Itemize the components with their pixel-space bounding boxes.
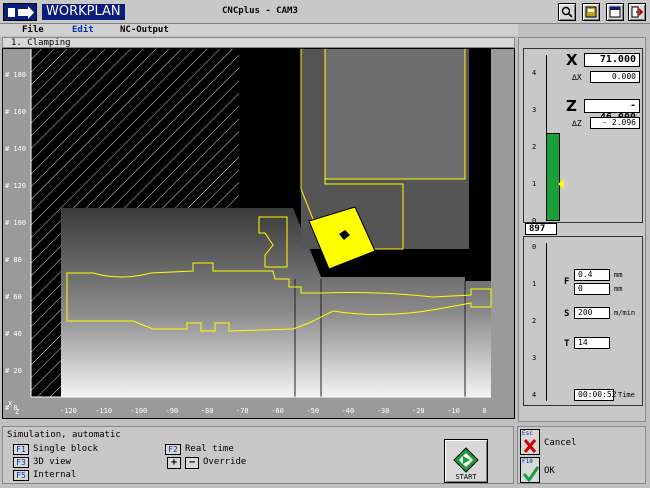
ok-label[interactable]: OK: [544, 466, 555, 476]
y-tick-label: # 180: [5, 71, 27, 79]
chuck-hatch-area: [31, 49, 239, 209]
z-position-value: - 46.000: [584, 99, 640, 123]
scale-top-label: 1: [532, 180, 537, 188]
override-minus-button[interactable]: −: [185, 457, 199, 469]
speed-unit: m/min: [614, 309, 636, 317]
scale-bottom-label: 4: [532, 391, 537, 399]
x-tick-label: -90: [165, 407, 179, 415]
app-name: WORKPLAN: [42, 4, 125, 20]
cancel-button[interactable]: Esc: [520, 429, 540, 455]
cancel-x-icon: [523, 439, 537, 453]
x-tick-label: -80: [200, 407, 214, 415]
app-logo-icon: [3, 3, 37, 21]
y-tick-label: # 100: [5, 219, 27, 227]
y-tick-label: # 80: [5, 256, 22, 264]
y-tick-label: # 60: [5, 293, 22, 301]
x-tick-label: -30: [376, 407, 390, 415]
esc-key: Esc: [522, 430, 533, 437]
title-bar: WORKPLAN CNCplus - CAM3: [0, 0, 650, 24]
window-title: CNCplus - CAM3: [222, 6, 298, 16]
simulation-title: Simulation, automatic: [7, 430, 121, 440]
x-tick-label: -60: [271, 407, 284, 415]
f10-key: F10: [522, 458, 533, 465]
x-tick-label: 0: [482, 407, 487, 415]
scale-top-label: 2: [532, 143, 537, 151]
tool-value: 14: [574, 337, 610, 349]
feed-value: 0.4: [574, 269, 610, 281]
speed-value: 200: [574, 307, 610, 319]
start-button[interactable]: START: [444, 439, 488, 483]
y-tick-label: # 40: [5, 330, 22, 338]
ok-check-icon: [522, 466, 540, 483]
single-block-label[interactable]: Single block: [33, 444, 98, 454]
menu-nc-output[interactable]: NC-Output: [120, 25, 169, 35]
dx-value: 0.000: [590, 71, 640, 83]
dz-value: - 2.096: [590, 117, 640, 129]
override-plus-button[interactable]: +: [167, 457, 181, 469]
y-tick-label: # 20: [5, 367, 22, 375]
y-tick-label: # 140: [5, 145, 27, 153]
x-tick-label: -110: [95, 407, 113, 415]
axis-corner-x: X: [8, 400, 13, 408]
simulation-view[interactable]: # 180 # 160 # 140 # 120 # 100 # 80 # 60 # 40 # 2…: [2, 48, 515, 419]
scale-top-label: 3: [532, 106, 537, 114]
gauge-pointer-icon: [558, 179, 564, 189]
x-tick-label: -70: [236, 407, 249, 415]
x-tick-label: -120: [60, 407, 77, 415]
f1-key[interactable]: F1: [13, 444, 29, 455]
parameter-scale: 0 1 2 3 4 F 0.4 mm 0 mm S 200 m/min T 14 00:…: [523, 236, 643, 406]
y-tick-label: # 160: [5, 108, 27, 116]
menu-file[interactable]: File: [22, 25, 44, 35]
f2-key[interactable]: F2: [165, 444, 181, 455]
internal-label[interactable]: Internal: [33, 470, 76, 480]
scale-bottom-label: 2: [532, 317, 537, 325]
dz-label: ∆Z: [572, 119, 582, 128]
position-panel: 4 3 2 1 0 X 71.000 ∆X 0.000 Z - 46.000 ∆Z - …: [518, 37, 646, 422]
dialog-actions: Esc Cancel F10 OK: [517, 426, 646, 484]
cancel-label[interactable]: Cancel: [544, 438, 577, 448]
x-tick-label: -10: [447, 407, 460, 415]
x-tick-label: -100: [130, 407, 148, 415]
feed-label: F: [564, 277, 570, 287]
start-label: START: [455, 473, 477, 481]
time-label: Time: [618, 391, 635, 399]
menu-bar: File Edit NC-Output: [0, 24, 518, 36]
scale-bottom-label: 3: [532, 354, 537, 362]
axis-corner-z: Z: [15, 408, 20, 416]
f3-key[interactable]: F3: [13, 457, 29, 468]
window-button[interactable]: [606, 3, 624, 21]
feed-unit: mm: [614, 271, 623, 279]
3d-view-label[interactable]: 3D view: [33, 457, 71, 467]
counter-value: 897: [525, 223, 557, 235]
exit-button[interactable]: [628, 3, 646, 21]
scale-bottom-label: 0: [532, 243, 537, 251]
override-label: Override: [203, 457, 247, 467]
dx-label: ∆X: [572, 73, 582, 82]
z-axis-label: Z: [566, 97, 577, 115]
ok-button[interactable]: F10: [520, 457, 540, 483]
x-tick-label: -50: [306, 407, 320, 415]
scale-top-label: 4: [532, 69, 537, 77]
zoom-button[interactable]: [558, 3, 576, 21]
x-axis-label: X: [566, 51, 578, 69]
real-time-label[interactable]: Real time: [185, 444, 234, 454]
time-value: 00:00:52: [574, 389, 617, 401]
menu-edit[interactable]: Edit: [72, 25, 94, 35]
tool-label: T: [564, 339, 570, 349]
speed-label: S: [564, 309, 570, 319]
x-position-value: 71.000: [584, 53, 640, 67]
tools-button[interactable]: [582, 3, 600, 21]
window-header: 1. Clamping: [2, 37, 515, 48]
f5-key[interactable]: F5: [13, 470, 29, 481]
feed-value-2: 0: [574, 283, 610, 295]
feed-unit-2: mm: [614, 285, 623, 293]
y-tick-label: # 120: [5, 182, 27, 190]
position-scale-top: 43210 X 71.000 ∆X 0.000 Z - 46.000 ∆Z - …: [523, 48, 643, 225]
x-tick-label: -20: [412, 407, 425, 415]
simulation-panel: Simulation, automatic F1 Single block F2…: [2, 426, 514, 484]
position-gauge-fill: [546, 133, 560, 221]
x-tick-label: -40: [341, 407, 355, 415]
scale-bottom-label: 1: [532, 280, 537, 288]
